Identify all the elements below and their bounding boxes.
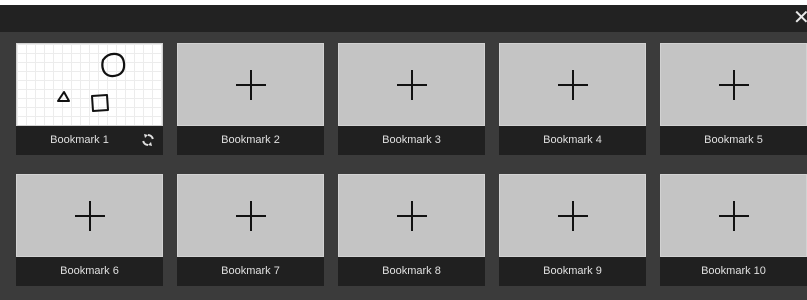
bookmark-label-bar: Bookmark 3 — [338, 126, 485, 155]
sketch-shapes — [57, 52, 126, 112]
plus-icon — [718, 69, 749, 100]
bookmark-thumbnail-empty[interactable] — [499, 43, 646, 126]
bookmark-label: Bookmark 2 — [221, 134, 280, 146]
bookmark-label: Bookmark 1 — [50, 134, 109, 146]
bookmark-tile-10[interactable]: Bookmark 10 — [660, 174, 807, 286]
bookmark-label: Bookmark 8 — [382, 265, 441, 277]
plus-icon — [557, 69, 588, 100]
bookmark-label-bar: Bookmark 7 — [177, 257, 324, 286]
bookmark-label: Bookmark 6 — [60, 265, 119, 277]
bookmark-thumbnail-empty[interactable] — [660, 174, 807, 257]
plus-icon — [235, 200, 266, 231]
bookmark-label-bar: Bookmark 2 — [177, 126, 324, 155]
bookmark-tile-2[interactable]: Bookmark 2 — [177, 43, 324, 155]
bookmark-label-bar: Bookmark 10 — [660, 257, 807, 286]
bookmark-tile-5[interactable]: Bookmark 5 — [660, 43, 807, 155]
bookmark-thumbnail-empty[interactable] — [660, 43, 807, 126]
bookmark-label-bar: Bookmark 9 — [499, 257, 646, 286]
bookmark-label-bar: Bookmark 5 — [660, 126, 807, 155]
triangle-shape — [57, 91, 70, 102]
plus-icon — [396, 69, 427, 100]
bookmark-tile-6[interactable]: Bookmark 6 — [16, 174, 163, 286]
bookmark-label-bar: Bookmark 6 — [16, 257, 163, 286]
circle-shape — [101, 52, 126, 78]
plus-icon — [396, 200, 427, 231]
bookmark-label-bar: Bookmark 1 — [16, 126, 163, 155]
refresh-icon[interactable] — [141, 133, 155, 147]
square-shape — [91, 94, 109, 112]
bookmark-thumbnail-empty[interactable] — [177, 43, 324, 126]
bookmark-label: Bookmark 10 — [701, 265, 766, 277]
plus-icon — [74, 200, 105, 231]
bookmark-thumbnail-drawing[interactable] — [16, 43, 163, 126]
bookmark-thumbnail-empty[interactable] — [338, 174, 485, 257]
bookmark-tile-7[interactable]: Bookmark 7 — [177, 174, 324, 286]
bookmark-label-bar: Bookmark 4 — [499, 126, 646, 155]
bookmark-label: Bookmark 4 — [543, 134, 602, 146]
bookmarks-panel: ✕ Bookmark 1 Bookmark 2 Bookmark 3 Bookm… — [0, 5, 807, 300]
bookmark-tile-8[interactable]: Bookmark 8 — [338, 174, 485, 286]
bookmark-thumbnail-empty[interactable] — [338, 43, 485, 126]
bookmark-thumbnail-empty[interactable] — [16, 174, 163, 257]
bookmark-tile-1[interactable]: Bookmark 1 — [16, 43, 163, 155]
panel-titlebar: ✕ — [0, 5, 807, 32]
plus-icon — [557, 200, 588, 231]
bookmark-tile-4[interactable]: Bookmark 4 — [499, 43, 646, 155]
bookmark-label: Bookmark 7 — [221, 265, 280, 277]
bookmark-label: Bookmark 5 — [704, 134, 763, 146]
bookmark-thumbnail-empty[interactable] — [177, 174, 324, 257]
close-icon[interactable]: ✕ — [793, 8, 807, 28]
plus-icon — [235, 69, 266, 100]
bookmark-label: Bookmark 3 — [382, 134, 441, 146]
plus-icon — [718, 200, 749, 231]
bookmark-thumbnail-empty[interactable] — [499, 174, 646, 257]
bookmark-label: Bookmark 9 — [543, 265, 602, 277]
bookmark-label-bar: Bookmark 8 — [338, 257, 485, 286]
bookmark-tile-9[interactable]: Bookmark 9 — [499, 174, 646, 286]
bookmark-tile-3[interactable]: Bookmark 3 — [338, 43, 485, 155]
